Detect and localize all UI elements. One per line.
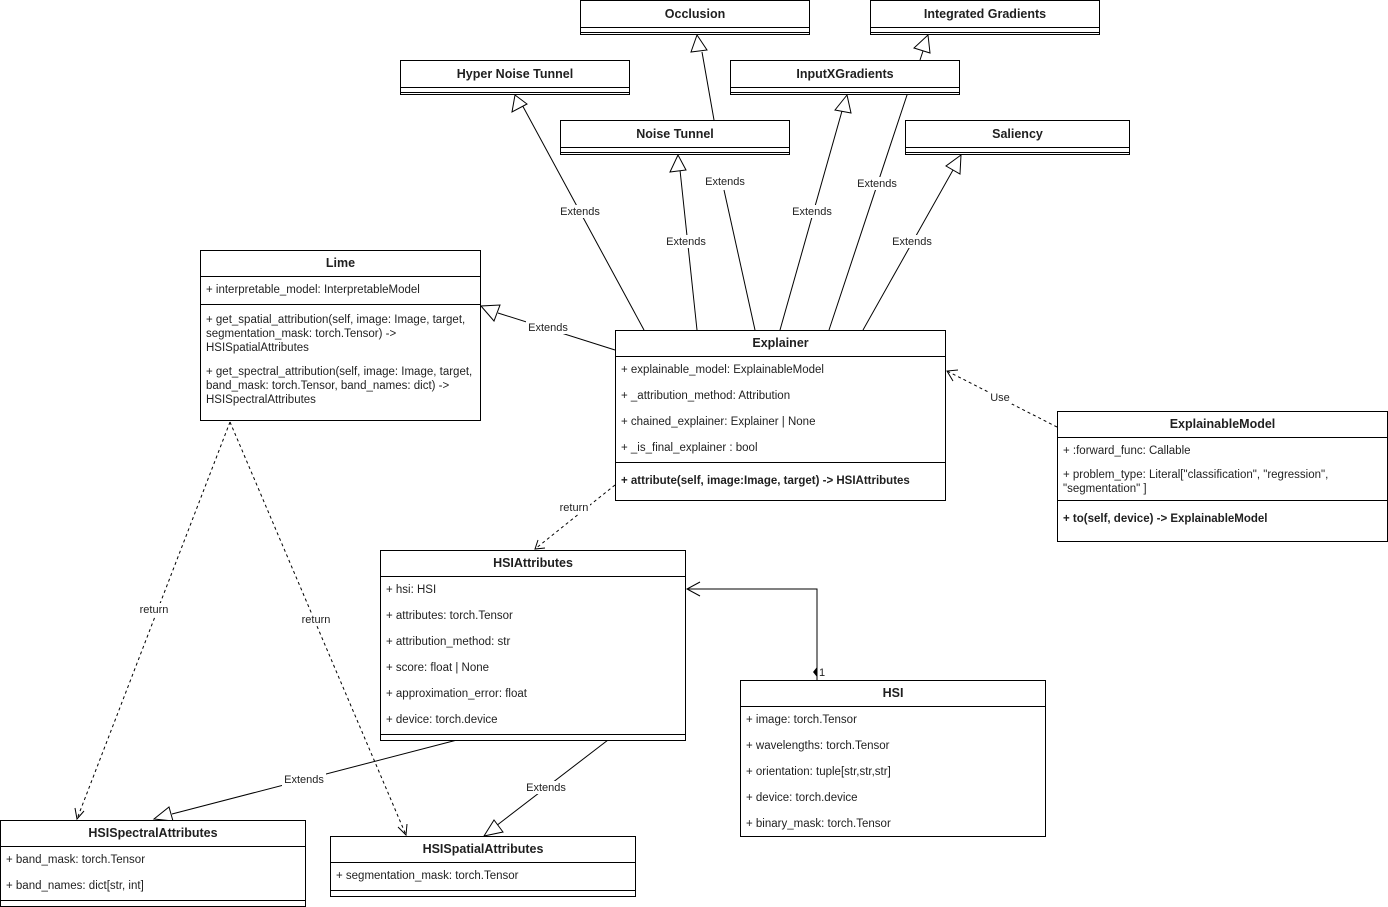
- attribute: + chained_explainer: Explainer | None: [621, 416, 816, 428]
- operations-compartment: [906, 153, 1129, 157]
- edge-hsiattributes-hsispectralattributes: Extends: [152, 739, 458, 822]
- class-noise-tunnel[interactable]: Noise Tunnel: [560, 120, 790, 155]
- attribute: + approximation_error: float: [386, 688, 527, 700]
- operations-compartment: [731, 93, 959, 97]
- edge-explainer-hsiattributes: return: [534, 484, 616, 550]
- multiplicity-label: 1: [819, 667, 825, 679]
- operation: + to(self, device) -> ExplainableModel: [1063, 513, 1268, 525]
- operation: + attribute(self, image:Image, target) -…: [621, 475, 910, 487]
- edge-label-extends: Extends: [705, 176, 745, 188]
- attributes-compartment: + explainable_model: ExplainableModel + …: [616, 357, 945, 463]
- class-title: ExplainableModel: [1058, 412, 1387, 438]
- class-title: Lime: [201, 251, 480, 277]
- class-title: Explainer: [616, 331, 945, 357]
- edge-hsi-hsiattributes: 1: [685, 581, 825, 680]
- attribute: + image: torch.Tensor: [746, 714, 857, 726]
- edge-label-extends: Extends: [666, 236, 706, 248]
- class-integrated-gradients[interactable]: Integrated Gradients: [870, 0, 1100, 35]
- class-title: Occlusion: [581, 1, 809, 28]
- attributes-compartment: + image: torch.Tensor + wavelengths: tor…: [741, 707, 1045, 838]
- edge-explainablemodel-explainer: Use: [946, 369, 1058, 428]
- attribute: + explainable_model: ExplainableModel: [621, 364, 824, 376]
- attributes-compartment: + interpretable_model: InterpretableMode…: [201, 277, 480, 305]
- class-title: Saliency: [906, 121, 1129, 148]
- edge-hsiattributes-hsispatialattributes: Extends: [482, 739, 609, 837]
- attribute: + _is_final_explainer : bool: [621, 442, 758, 454]
- class-explainablemodel[interactable]: ExplainableModel + :forward_func: Callab…: [1057, 411, 1388, 542]
- class-lime[interactable]: Lime + interpretable_model: Interpretabl…: [200, 250, 481, 421]
- operations-compartment: + attribute(self, image:Image, target) -…: [616, 463, 945, 497]
- class-title: Integrated Gradients: [871, 1, 1099, 28]
- attribute: + hsi: HSI: [386, 584, 437, 596]
- attribute: + segmentation_mask: torch.Tensor: [336, 870, 519, 882]
- attribute: + _attribution_method: Attribution: [621, 390, 791, 402]
- attribute: + binary_mask: torch.Tensor: [746, 818, 891, 830]
- class-title: InputXGradients: [731, 61, 959, 88]
- operations-compartment: + to(self, device) -> ExplainableModel: [1058, 501, 1387, 535]
- class-title: Noise Tunnel: [561, 121, 789, 148]
- operations-compartment: [581, 33, 809, 37]
- attribute: + band_names: dict[str, int]: [6, 880, 144, 892]
- class-title: HSIAttributes: [381, 551, 685, 577]
- operation: + get_spectral_attribution(self, image: …: [206, 366, 473, 406]
- attribute: + band_mask: torch.Tensor: [6, 854, 146, 866]
- edge-label-use: Use: [990, 392, 1010, 404]
- operations-compartment: [1, 901, 305, 907]
- class-inputxgradients[interactable]: InputXGradients: [730, 60, 960, 95]
- operations-compartment: [401, 93, 629, 97]
- attribute: + problem_type: Literal["classification"…: [1063, 469, 1329, 495]
- attribute: + device: torch.device: [386, 714, 498, 726]
- attribute: + :forward_func: Callable: [1063, 445, 1191, 457]
- attributes-compartment: + segmentation_mask: torch.Tensor: [331, 863, 635, 891]
- operations-compartment: [561, 153, 789, 157]
- class-title: Hyper Noise Tunnel: [401, 61, 629, 88]
- edge-label-extends: Extends: [792, 206, 832, 218]
- class-hyper-noise-tunnel[interactable]: Hyper Noise Tunnel: [400, 60, 630, 95]
- operations-compartment: [381, 735, 685, 741]
- edge-label-extends: Extends: [284, 774, 324, 786]
- operation: + get_spatial_attribution(self, image: I…: [206, 314, 466, 354]
- class-hsiattributes[interactable]: HSIAttributes + hsi: HSI + attributes: t…: [380, 550, 686, 741]
- attributes-compartment: + :forward_func: Callable + problem_type…: [1058, 438, 1387, 501]
- attributes-compartment: + hsi: HSI + attributes: torch.Tensor + …: [381, 577, 685, 735]
- operations-compartment: + get_spatial_attribution(self, image: I…: [201, 305, 480, 413]
- operations-compartment: [331, 891, 635, 897]
- attributes-compartment: + band_mask: torch.Tensor + band_names: …: [1, 847, 305, 901]
- class-saliency[interactable]: Saliency: [905, 120, 1130, 155]
- edge-label-extends: Extends: [560, 206, 600, 218]
- attribute: + score: float | None: [386, 662, 490, 674]
- class-occlusion[interactable]: Occlusion: [580, 0, 810, 35]
- class-title: HSI: [741, 681, 1045, 707]
- attribute: + interpretable_model: InterpretableMode…: [206, 284, 420, 296]
- attribute: + attribution_method: str: [386, 636, 511, 648]
- class-title: HSISpectralAttributes: [1, 821, 305, 847]
- edge-explainer-noise-tunnel: Extends: [664, 153, 708, 331]
- edge-label-return: return: [140, 604, 169, 616]
- attribute: + attributes: torch.Tensor: [386, 610, 513, 622]
- attribute: + wavelengths: torch.Tensor: [746, 740, 890, 752]
- class-hsi[interactable]: HSI + image: torch.Tensor + wavelengths:…: [740, 680, 1046, 837]
- edge-label-return: return: [302, 614, 331, 626]
- edge-label-return: return: [560, 502, 589, 514]
- edge-lime-hsispectralattributes: return: [74, 421, 231, 821]
- edge-explainer-lime: Extends: [479, 304, 616, 351]
- attribute: + device: torch.device: [746, 792, 858, 804]
- edge-label-extends: Extends: [857, 178, 897, 190]
- class-hsispectralattributes[interactable]: HSISpectralAttributes + band_mask: torch…: [0, 820, 306, 907]
- class-title: HSISpatialAttributes: [331, 837, 635, 863]
- edge-label-extends: Extends: [528, 322, 568, 334]
- class-explainer[interactable]: Explainer + explainable_model: Explainab…: [615, 330, 946, 501]
- edge-label-extends: Extends: [526, 782, 566, 794]
- attribute: + orientation: tuple[str,str,str]: [746, 766, 891, 778]
- operations-compartment: [871, 33, 1099, 37]
- edge-label-extends: Extends: [892, 236, 932, 248]
- class-hsispatialattributes[interactable]: HSISpatialAttributes + segmentation_mask…: [330, 836, 636, 897]
